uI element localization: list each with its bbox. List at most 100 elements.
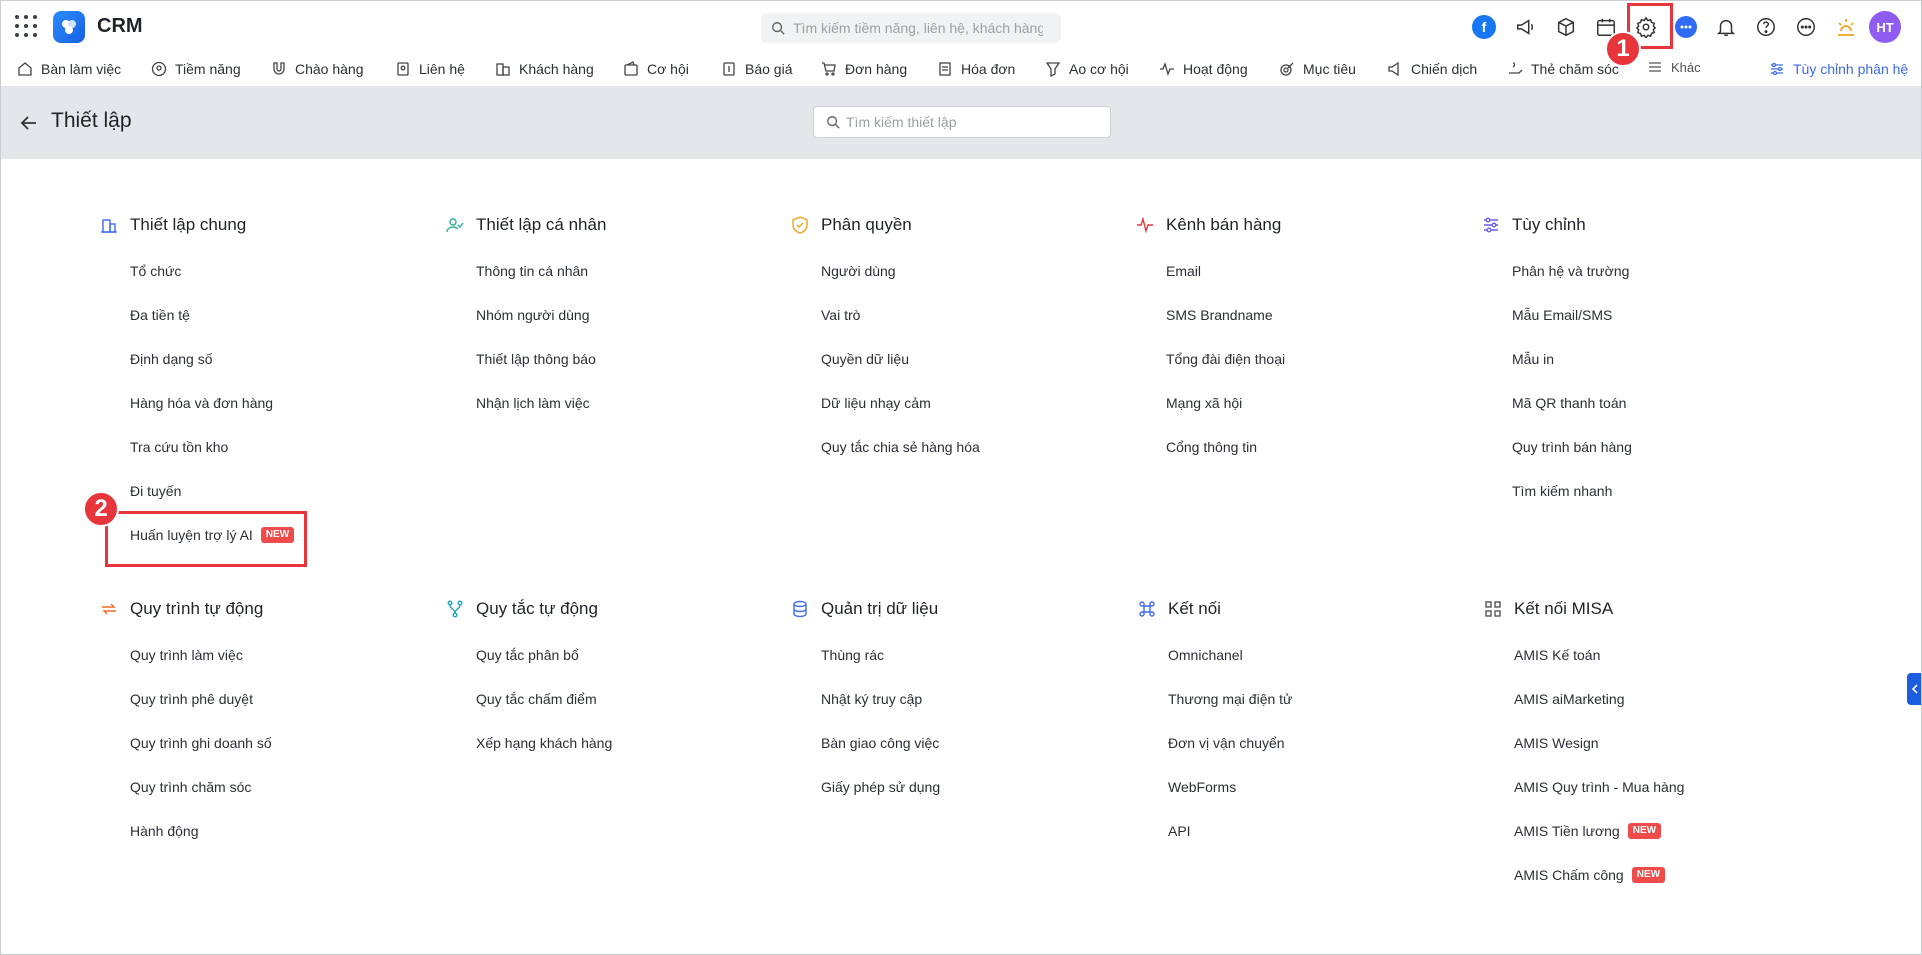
global-search-input[interactable] [793,20,1043,36]
nav-item-hoa-don[interactable]: Hóa đơn [937,57,1015,81]
facebook-icon[interactable]: f [1471,14,1497,40]
settings-item-nhan-lich-lam-viec[interactable]: Nhận lịch làm việc [476,381,796,425]
settings-item-api[interactable]: API [1168,809,1488,853]
section-title: Quy tắc tự động [447,597,796,621]
side-panel-toggle[interactable] [1907,673,1921,705]
command-icon [1139,601,1155,617]
settings-item-tra-cuu-ton-kho[interactable]: Tra cứu tồn kho [130,425,450,469]
megaphone-icon[interactable] [1513,14,1539,40]
nav-item-don-hang[interactable]: Đơn hàng [821,57,907,81]
refresh-icon [102,603,116,615]
settings-item-thuong-mai-dien-tu[interactable]: Thương mại điện tử [1168,677,1488,721]
nav-item-tiem-nang[interactable]: Tiềm năng [151,57,241,81]
settings-item-du-lieu-nhay-cam[interactable]: Dữ liệu nhạy cảm [821,381,1141,425]
global-search[interactable] [761,13,1061,43]
settings-item-amis-tien-luong[interactable]: AMIS Tiền lương NEW [1514,809,1834,853]
settings-item-mau-email-sms[interactable]: Mẫu Email/SMS [1512,293,1832,337]
receipt-icon [723,62,735,76]
settings-item-don-vi-van-chuyen[interactable]: Đơn vị vận chuyển [1168,721,1488,765]
nav-item-khach-hang[interactable]: Khách hàng [495,57,594,81]
settings-item-mau-in[interactable]: Mẫu in [1512,337,1832,381]
section-ket-noi: Kết nối Omnichanel Thương mại điện tử Đơ… [1139,597,1488,853]
settings-item-da-tien-te[interactable]: Đa tiền tệ [130,293,450,337]
funnel-icon [1045,62,1061,77]
settings-item-to-chuc[interactable]: Tổ chức [130,249,450,293]
settings-item-amis-ke-toan[interactable]: AMIS Kế toán [1514,633,1834,677]
settings-item-email[interactable]: Email [1166,249,1486,293]
wallet-icon [624,61,638,76]
settings-item-amis-cham-cong[interactable]: AMIS Chấm công NEW [1514,853,1834,897]
settings-item-di-tuyen[interactable]: Đi tuyến [130,469,450,513]
nav-item-bao-gia[interactable]: Báo giá [721,57,792,81]
nav-item-hoat-dong[interactable]: Hoạt động [1159,57,1248,81]
settings-item-ma-qr[interactable]: Mã QR thanh toán [1512,381,1832,425]
activity-icon [1137,216,1153,234]
settings-item-nhat-ky-truy-cap[interactable]: Nhật ký truy cập [821,677,1141,721]
more-icon[interactable] [1793,14,1819,40]
settings-item-hang-hoa-don-hang[interactable]: Hàng hóa và đơn hàng [130,381,450,425]
settings-item-vai-tro[interactable]: Vai trò [821,293,1141,337]
settings-item-thiet-lap-thong-bao[interactable]: Thiết lập thông báo [476,337,796,381]
settings-search-input[interactable] [846,114,1106,130]
settings-item-xep-hang-khach-hang[interactable]: Xếp hạng khách hàng [476,721,796,765]
nav-item-co-hoi[interactable]: Cơ hội [623,57,689,81]
settings-item-amis-quy-trinh[interactable]: AMIS Quy trình - Mua hàng [1514,765,1834,809]
settings-item-quy-trinh-cham-soc[interactable]: Quy trình chăm sóc [130,765,450,809]
activity-icon [1160,62,1174,76]
settings-item-giay-phep[interactable]: Giấy phép sử dụng [821,765,1141,809]
settings-item-phan-he-truong[interactable]: Phân hệ và trường [1512,249,1832,293]
settings-item-webforms[interactable]: WebForms [1168,765,1488,809]
settings-item-quy-trinh-lam-viec[interactable]: Quy trình làm việc [130,633,450,677]
settings-item-quy-tac-phan-bo[interactable]: Quy tắc phân bổ [476,633,796,677]
crm-logo[interactable] [53,11,85,43]
nav-item-khac[interactable]: Khác [1647,55,1701,79]
section-title: Tùy chỉnh [1484,213,1832,237]
help-icon[interactable] [1753,14,1779,40]
settings-item-thong-tin-ca-nhan[interactable]: Thông tin cá nhân [476,249,796,293]
nav-item-muc-tieu[interactable]: Mục tiêu [1279,57,1356,81]
section-title: Thiết lập cá nhân [446,213,796,237]
settings-search[interactable] [813,106,1111,138]
user-avatar[interactable]: HT [1869,11,1901,43]
nav-item-lien-he[interactable]: Liên hệ [395,57,465,81]
settings-item-dinh-dang-so[interactable]: Định dạng số [130,337,450,381]
chevron-left-icon [1911,684,1918,694]
settings-item-nhom-nguoi-dung[interactable]: Nhóm người dùng [476,293,796,337]
settings-item-tong-dai[interactable]: Tổng đài điện thoại [1166,337,1486,381]
settings-item-sms-brandname[interactable]: SMS Brandname [1166,293,1486,337]
nav-item-chao-hang[interactable]: Chào hàng [271,57,364,81]
settings-item-amis-aimarketing[interactable]: AMIS aiMarketing [1514,677,1834,721]
settings-item-quy-tac-chia-se[interactable]: Quy tắc chia sẻ hàng hóa [821,425,1141,469]
git-branch-icon [447,600,463,618]
nav-item-the-cham-soc[interactable]: Thẻ chăm sóc [1507,57,1619,81]
nav-item-chien-dich[interactable]: Chiến dịch [1387,57,1477,81]
settings-item-quy-trinh-ban-hang[interactable]: Quy trình bán hàng [1512,425,1832,469]
settings-item-tim-kiem-nhanh[interactable]: Tìm kiếm nhanh [1512,469,1832,513]
back-arrow-icon[interactable] [19,113,39,138]
settings-item-quyen-du-lieu[interactable]: Quyền dữ liệu [821,337,1141,381]
nav-item-ban-lam-viec[interactable]: Bàn làm việc [17,57,121,81]
section-quy-trinh-tu-dong: Quy trình tự động Quy trình làm việc Quy… [102,597,450,853]
nav-item-ao-co-hoi[interactable]: Ao cơ hội [1045,57,1129,81]
settings-item-thung-rac[interactable]: Thùng rác [821,633,1141,677]
app-launcher-icon[interactable] [15,15,37,37]
settings-item-hanh-dong[interactable]: Hành động [130,809,450,853]
search-icon [827,116,840,129]
settings-item-nguoi-dung[interactable]: Người dùng [821,249,1141,293]
chat-icon[interactable] [1673,14,1699,40]
settings-item-quy-tac-cham-diem[interactable]: Quy tắc chấm điểm [476,677,796,721]
app-title: CRM [97,15,143,37]
settings-item-mang-xa-hoi[interactable]: Mạng xã hội [1166,381,1486,425]
settings-item-omnichanel[interactable]: Omnichanel [1168,633,1488,677]
settings-item-quy-trinh-phe-duyet[interactable]: Quy trình phê duyệt [130,677,450,721]
bell-icon[interactable] [1713,14,1739,40]
search-icon [772,22,785,35]
settings-item-ban-giao-cong-viec[interactable]: Bàn giao công việc [821,721,1141,765]
settings-item-cong-thong-tin[interactable]: Cổng thông tin [1166,425,1486,469]
customize-modules-link[interactable]: Tùy chỉnh phân hệ [1769,57,1908,81]
settings-item-quy-trinh-ghi-doanh-so[interactable]: Quy trình ghi doanh số [130,721,450,765]
box-icon[interactable] [1553,14,1579,40]
megaphone-icon [1388,61,1399,77]
settings-item-amis-wesign[interactable]: AMIS Wesign [1514,721,1834,765]
sun-icon[interactable] [1833,14,1859,40]
